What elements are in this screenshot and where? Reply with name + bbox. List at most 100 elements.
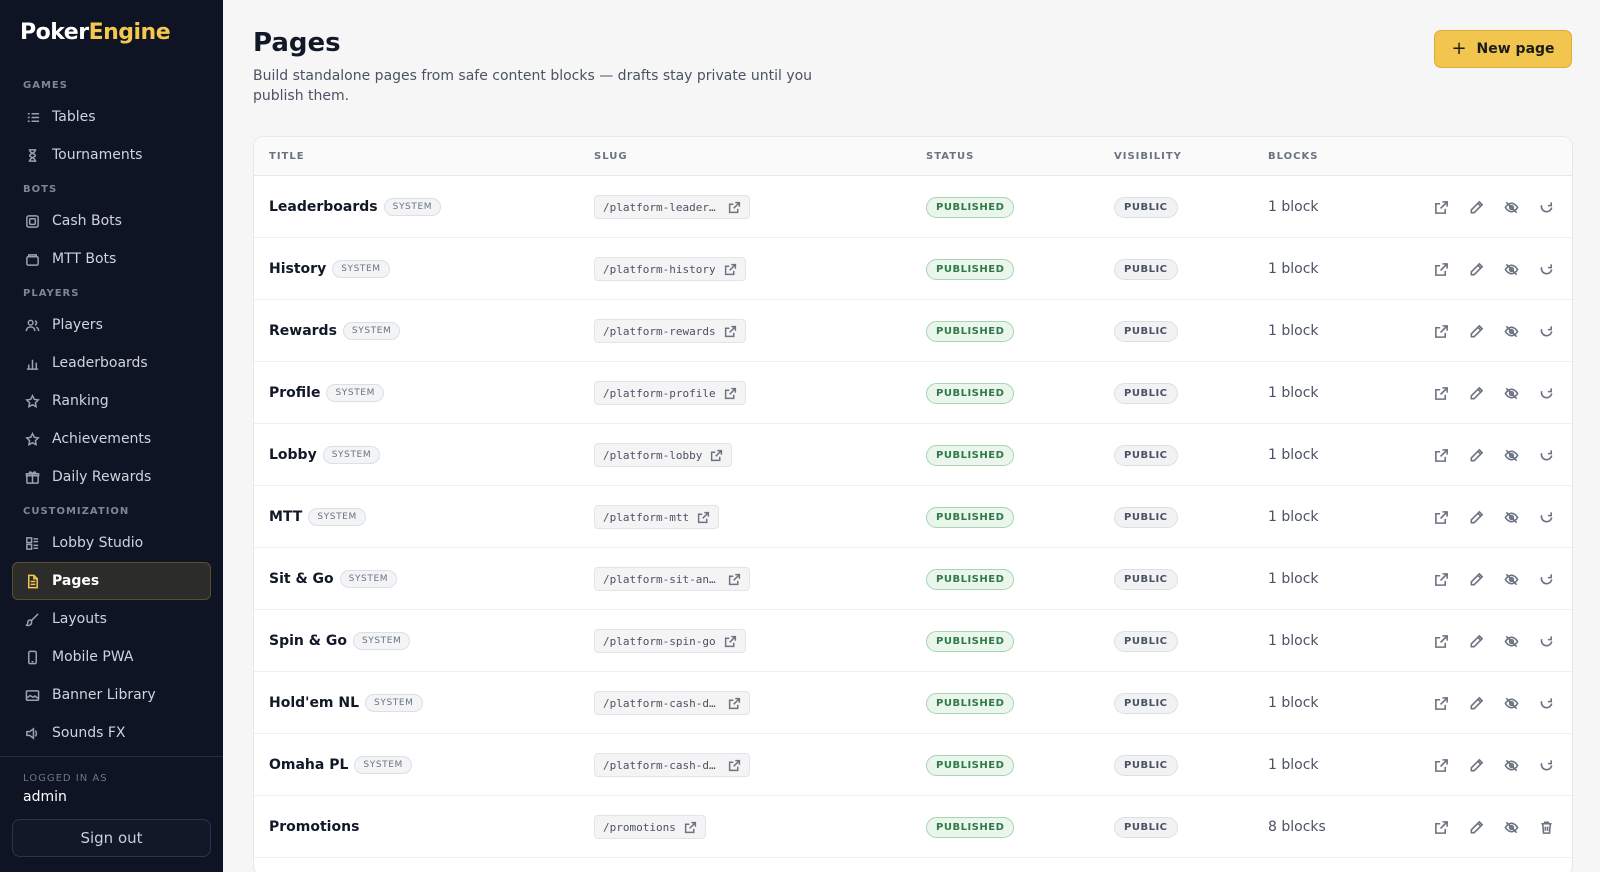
sidebar-item-sounds-fx[interactable]: Sounds FX — [12, 714, 211, 750]
row-actions — [1424, 486, 1564, 548]
slug-text: /platform-cash-dem… — [603, 758, 720, 772]
open-page-icon[interactable] — [1424, 626, 1459, 656]
slug-link[interactable]: /platform-spin-go — [594, 629, 746, 653]
slug-link[interactable]: /platform-leaderbo… — [594, 195, 750, 219]
edit-pencil-icon[interactable] — [1459, 378, 1494, 408]
edit-pencil-icon[interactable] — [1459, 316, 1494, 346]
reset-icon[interactable] — [1529, 378, 1564, 408]
edit-pencil-icon[interactable] — [1459, 502, 1494, 532]
reset-icon[interactable] — [1529, 316, 1564, 346]
logo[interactable]: PokerEngine — [20, 20, 171, 45]
edit-pencil-icon[interactable] — [1459, 440, 1494, 470]
sidebar-item-mobile-pwa[interactable]: Mobile PWA — [12, 638, 211, 676]
sidebar-item-lobby-studio[interactable]: Lobby Studio — [12, 524, 211, 562]
status-cell: PUBLISHED — [926, 238, 1015, 300]
slug-text: /platform-lobby — [603, 448, 703, 462]
column-header-title[interactable]: TITLE — [269, 151, 305, 162]
row-actions — [1424, 548, 1564, 610]
sidebar-item-pages[interactable]: Pages — [12, 562, 211, 600]
column-header-slug[interactable]: SLUG — [594, 151, 628, 162]
trash-icon[interactable] — [1529, 812, 1564, 842]
title-cell: Rewards SYSTEM — [269, 300, 401, 362]
sidebar-section-bots: BOTS — [23, 184, 58, 195]
slug-text: /platform-sit-and-… — [603, 572, 720, 586]
sidebar-item-leaderboards[interactable]: Leaderboards — [12, 344, 211, 382]
reset-icon[interactable] — [1529, 502, 1564, 532]
blocks-count: 8 blocks — [1268, 819, 1326, 835]
title-cell: MTT SYSTEM — [269, 486, 366, 548]
reset-icon[interactable] — [1529, 688, 1564, 718]
status-cell: PUBLISHED — [926, 362, 1015, 424]
edit-pencil-icon[interactable] — [1459, 192, 1494, 222]
reset-icon[interactable] — [1529, 564, 1564, 594]
sidebar-item-cash-bots[interactable]: Cash Bots — [12, 202, 211, 240]
unpublish-eye-off-icon[interactable] — [1494, 192, 1529, 222]
row-actions — [1424, 300, 1564, 362]
edit-pencil-icon[interactable] — [1459, 688, 1494, 718]
open-page-icon[interactable] — [1424, 750, 1459, 780]
reset-icon[interactable] — [1529, 750, 1564, 780]
sidebar-item-mtt-bots[interactable]: MTT Bots — [12, 240, 211, 278]
unpublish-eye-off-icon[interactable] — [1494, 254, 1529, 284]
reset-icon[interactable] — [1529, 626, 1564, 656]
new-page-button[interactable]: + New page — [1434, 30, 1572, 68]
open-page-icon[interactable] — [1424, 192, 1459, 222]
open-page-icon[interactable] — [1424, 440, 1459, 470]
unpublish-eye-off-icon[interactable] — [1494, 502, 1529, 532]
slug-link[interactable]: /platform-profile — [594, 381, 746, 405]
slug-cell: /platform-sit-and-… — [594, 548, 750, 610]
column-header-visibility[interactable]: VISIBILITY — [1114, 151, 1182, 162]
reset-icon[interactable] — [1529, 192, 1564, 222]
unpublish-eye-off-icon[interactable] — [1494, 378, 1529, 408]
system-badge: SYSTEM — [365, 694, 423, 712]
unpublish-eye-off-icon[interactable] — [1494, 626, 1529, 656]
system-badge: SYSTEM — [322, 446, 381, 464]
open-page-icon[interactable] — [1424, 316, 1459, 346]
reset-icon[interactable] — [1529, 254, 1564, 284]
edit-pencil-icon[interactable] — [1459, 750, 1494, 780]
column-header-status[interactable]: STATUS — [926, 151, 974, 162]
unpublish-eye-off-icon[interactable] — [1494, 812, 1529, 842]
slug-link[interactable]: /platform-cash-dem… — [594, 753, 750, 777]
status-badge: PUBLISHED — [926, 258, 1015, 280]
edit-pencil-icon[interactable] — [1459, 564, 1494, 594]
reset-icon[interactable] — [1529, 440, 1564, 470]
open-page-icon[interactable] — [1424, 378, 1459, 408]
edit-pencil-icon[interactable] — [1459, 626, 1494, 656]
slug-link[interactable]: /platform-lobby — [594, 443, 733, 467]
sidebar-item-tables[interactable]: Tables — [12, 98, 211, 136]
sidebar-item-tournaments[interactable]: Tournaments — [12, 136, 211, 174]
open-page-icon[interactable] — [1424, 812, 1459, 842]
sidebar-item-banner-library[interactable]: Banner Library — [12, 676, 211, 714]
slug-link[interactable]: /platform-history — [594, 257, 746, 281]
visibility-badge: PUBLIC — [1114, 816, 1178, 838]
unpublish-eye-off-icon[interactable] — [1494, 750, 1529, 780]
edit-pencil-icon[interactable] — [1459, 254, 1494, 284]
sound-icon — [24, 725, 40, 741]
slug-link[interactable]: /platform-sit-and-… — [594, 567, 750, 591]
slug-link[interactable]: /platform-mtt — [594, 505, 720, 529]
open-page-icon[interactable] — [1424, 564, 1459, 594]
blocks-count: 1 block — [1268, 509, 1319, 525]
unpublish-eye-off-icon[interactable] — [1494, 564, 1529, 594]
open-page-icon[interactable] — [1424, 502, 1459, 532]
unpublish-eye-off-icon[interactable] — [1494, 316, 1529, 346]
open-page-icon[interactable] — [1424, 254, 1459, 284]
status-badge: PUBLISHED — [926, 692, 1015, 714]
slug-link[interactable]: /promotions — [594, 815, 706, 839]
sidebar-item-layouts[interactable]: Layouts — [12, 600, 211, 638]
sidebar-item-daily-rewards[interactable]: Daily Rewards — [12, 458, 211, 496]
unpublish-eye-off-icon[interactable] — [1494, 440, 1529, 470]
slug-link[interactable]: /platform-cash-dem… — [594, 691, 750, 715]
slug-link[interactable]: /platform-rewards — [594, 319, 746, 343]
sign-out-button[interactable]: Sign out — [12, 819, 211, 857]
sidebar-item-label: Cash Bots — [52, 213, 122, 229]
unpublish-eye-off-icon[interactable] — [1494, 688, 1529, 718]
sidebar-item-achievements[interactable]: Achievements — [12, 420, 211, 458]
page-title-text: History — [269, 261, 327, 277]
column-header-blocks[interactable]: BLOCKS — [1268, 151, 1318, 162]
open-page-icon[interactable] — [1424, 688, 1459, 718]
sidebar-item-players[interactable]: Players — [12, 306, 211, 344]
sidebar-item-ranking[interactable]: Ranking — [12, 382, 211, 420]
edit-pencil-icon[interactable] — [1459, 812, 1494, 842]
